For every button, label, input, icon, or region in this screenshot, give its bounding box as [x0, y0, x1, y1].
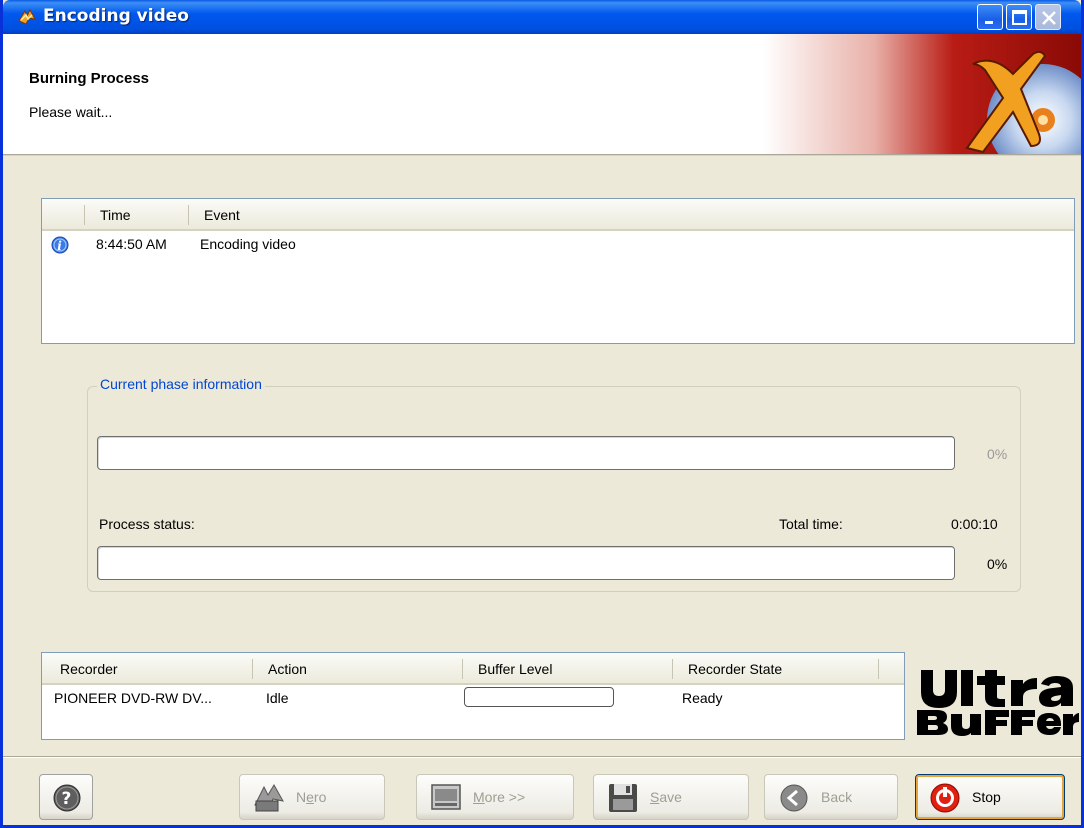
process-status-label: Process status: [99, 516, 195, 532]
wizard-header: Burning Process Please wait... [3, 34, 1081, 154]
page-subtitle: Please wait... [29, 104, 113, 120]
column-header-time[interactable]: Time [100, 207, 131, 223]
nero-flame-icon [18, 8, 36, 25]
more-button-label: More >> [473, 789, 526, 805]
phase-group-legend: Current phase information [97, 376, 265, 392]
help-button[interactable]: ? [39, 774, 93, 820]
more-details-icon [431, 784, 461, 810]
table-row[interactable]: i 8:44:50 AM Encoding video [42, 233, 1074, 255]
help-icon: ? [53, 784, 81, 812]
ultra-buffer-logo [917, 670, 1079, 736]
nero-x-logo [763, 34, 1081, 154]
back-arrow-icon [780, 784, 808, 812]
column-separator[interactable] [672, 659, 673, 679]
back-button-label: Back [821, 789, 853, 805]
column-separator[interactable] [84, 205, 85, 225]
event-log-list[interactable]: Time Event i 8:44:50 AM Encoding video [41, 198, 1075, 344]
column-header-recorder[interactable]: Recorder [60, 661, 118, 677]
event-time: 8:44:50 AM [96, 236, 167, 252]
recorder-name: PIONEER DVD-RW DV... [54, 690, 212, 706]
header-divider [3, 154, 1081, 156]
footer-divider [3, 756, 1081, 758]
column-separator[interactable] [188, 205, 189, 225]
title-bar[interactable]: Encoding video [3, 0, 1081, 34]
encoding-window: Encoding video Burning Process Please wa… [0, 0, 1084, 828]
save-button-label: Save [650, 789, 682, 805]
close-button[interactable] [1035, 4, 1061, 30]
stop-icon [930, 783, 960, 813]
nero-button[interactable]: Nero [239, 774, 385, 820]
window-title: Encoding video [43, 6, 189, 26]
process-progress-bar [97, 546, 955, 580]
nero-button-label: Nero [296, 789, 327, 805]
phase-progress-bar [97, 436, 955, 470]
event-text: Encoding video [200, 236, 296, 252]
floppy-disk-icon [609, 784, 637, 812]
buffer-level-bar [464, 687, 614, 707]
phase-percent: 0% [987, 446, 1008, 462]
total-time-value: 0:00:10 [951, 516, 998, 532]
column-header-buffer-level[interactable]: Buffer Level [478, 661, 552, 677]
event-log-header: Time Event [42, 199, 1074, 231]
process-percent: 0% [987, 556, 1008, 572]
column-separator[interactable] [878, 659, 879, 679]
recorder-list-header: Recorder Action Buffer Level Recorder St… [42, 653, 904, 685]
svg-text:?: ? [62, 789, 72, 809]
page-title: Burning Process [29, 70, 150, 87]
recorder-list[interactable]: Recorder Action Buffer Level Recorder St… [41, 652, 905, 740]
back-button[interactable]: Back [764, 774, 898, 820]
stop-button-label: Stop [972, 789, 1001, 805]
total-time-label: Total time: [779, 516, 843, 532]
more-button[interactable]: More >> [416, 774, 574, 820]
recorder-action: Idle [266, 690, 289, 706]
nero-flame-icon [254, 784, 284, 812]
maximize-icon [1012, 10, 1027, 25]
column-header-event[interactable]: Event [204, 207, 240, 223]
column-separator[interactable] [462, 659, 463, 679]
recorder-state: Ready [682, 690, 723, 706]
close-icon [1042, 11, 1056, 25]
column-header-recorder-state[interactable]: Recorder State [688, 661, 782, 677]
svg-text:i: i [57, 239, 62, 253]
info-icon: i [51, 236, 69, 254]
column-separator[interactable] [252, 659, 253, 679]
maximize-button[interactable] [1006, 4, 1032, 30]
minimize-button[interactable] [977, 4, 1003, 30]
column-header-action[interactable]: Action [268, 661, 307, 677]
stop-button[interactable]: Stop [915, 774, 1065, 820]
minimize-icon [985, 21, 993, 24]
save-button[interactable]: Save [593, 774, 749, 820]
